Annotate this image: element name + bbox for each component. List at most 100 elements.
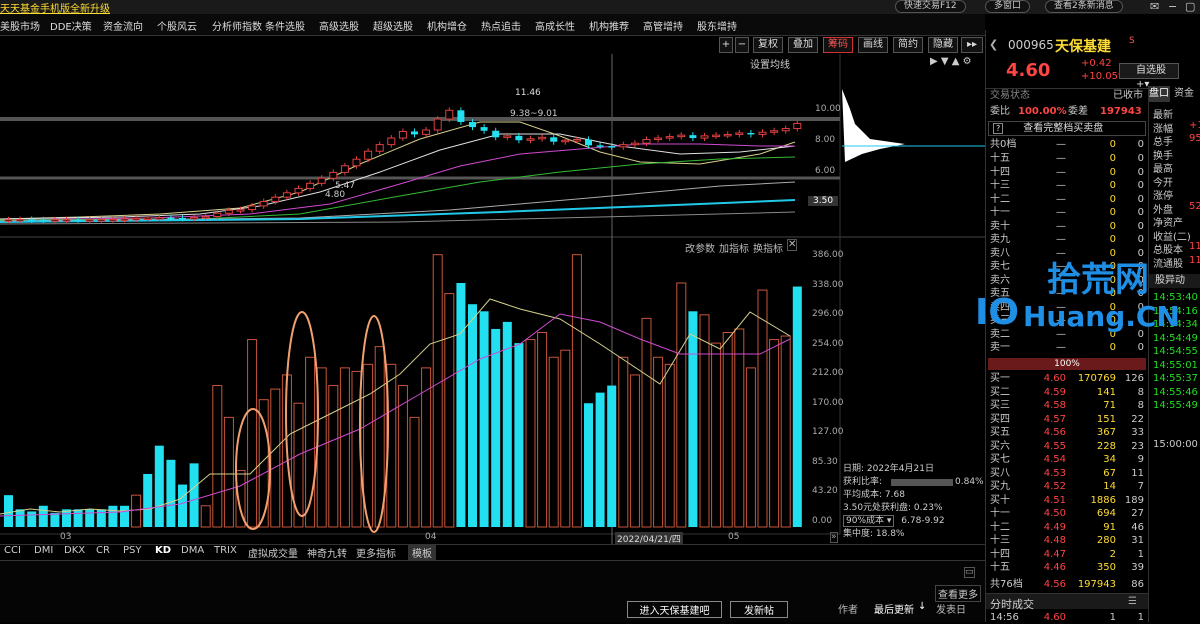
- buy-level-row[interactable]: 买七 4.54 34 9: [988, 453, 1146, 466]
- sell-level-row[interactable]: 十五 —0 0: [988, 152, 1146, 165]
- buy-level-row[interactable]: 买九 4.52 14 7: [988, 480, 1146, 493]
- buy-level-row[interactable]: 十四 4.47 2 1: [988, 548, 1146, 561]
- switch-indicator-button[interactable]: 换指标: [753, 240, 783, 255]
- sell-level-row[interactable]: 十二 —0 0: [988, 193, 1146, 206]
- buy-level-row[interactable]: 十五 4.46 350 39: [988, 561, 1146, 574]
- move-time[interactable]: 14:54:16: [1153, 306, 1198, 317]
- author-column[interactable]: 作者: [838, 601, 858, 616]
- maximize-icon[interactable]: ▢: [1185, 0, 1195, 13]
- sell-level-row[interactable]: 卖六 —0 0: [988, 274, 1146, 287]
- post-date-column[interactable]: 发表日: [936, 601, 966, 616]
- sell-level-row[interactable]: 卖七 —0 0: [988, 260, 1146, 273]
- menu-item-stock-wind[interactable]: 个股风云: [157, 18, 197, 33]
- move-time[interactable]: 14:54:55: [1153, 346, 1198, 357]
- menu-item-exec-increase[interactable]: 高管增持: [643, 18, 683, 33]
- news-button[interactable]: 查看2条新消息: [1045, 0, 1123, 13]
- buy-level-row[interactable]: 买三 4.58 71 8: [988, 399, 1146, 412]
- tab-magic-nine[interactable]: 神奇九转: [307, 545, 347, 560]
- back-icon[interactable]: ❮: [989, 38, 998, 51]
- sell-level-row[interactable]: 十四 —0 0: [988, 166, 1146, 179]
- hide-button[interactable]: 隐藏: [928, 37, 958, 53]
- sell-level-row[interactable]: 卖五 —0 0: [988, 287, 1146, 300]
- full-queue-button[interactable]: ? 查看完整档买卖盘: [988, 121, 1146, 136]
- sell-level-row[interactable]: 卖二 —0 0: [988, 328, 1146, 341]
- move-time[interactable]: 14:55:37: [1153, 373, 1198, 384]
- menu-item-condition-pick[interactable]: 条件选股: [265, 18, 305, 33]
- close-indicator-icon[interactable]: ✕: [787, 239, 798, 251]
- sell-level-row[interactable]: 卖十 —0 0: [988, 220, 1146, 233]
- tab-cci[interactable]: CCI: [4, 545, 21, 556]
- mail-icon[interactable]: ✉: [1150, 0, 1159, 13]
- menu-item-holder-increase[interactable]: 股东增持: [697, 18, 737, 33]
- cost-range-select[interactable]: 90%成本 ▾: [843, 515, 895, 527]
- view-more-button[interactable]: 查看更多: [935, 585, 981, 602]
- sell-level-row[interactable]: 十一 —0 0: [988, 206, 1146, 219]
- tab-more-indicators[interactable]: 更多指标: [356, 545, 396, 560]
- sell-level-row[interactable]: 十三 —0 0: [988, 179, 1146, 192]
- timeshare-header[interactable]: 分时成交 ☰: [986, 593, 1149, 611]
- zoom-out-button[interactable]: −: [735, 37, 749, 53]
- menu-item-us-stocks[interactable]: 美股市场: [0, 18, 40, 33]
- sell-level-row[interactable]: 卖三 —0 0: [988, 314, 1146, 327]
- tab-dmi[interactable]: DMI: [34, 545, 53, 556]
- move-time[interactable]: 14:55:01: [1153, 360, 1198, 371]
- menu-item-dde[interactable]: DDE决策: [50, 18, 92, 33]
- move-time[interactable]: 14:55:46: [1153, 387, 1198, 398]
- promo-link[interactable]: 天天基金手机版全新升级: [0, 0, 110, 15]
- minimize-icon[interactable]: −: [1168, 0, 1177, 13]
- chips-button[interactable]: 筹码: [823, 37, 853, 53]
- tab-trix[interactable]: TRIX: [214, 545, 237, 556]
- sell-level-row[interactable]: 卖八 —0 0: [988, 247, 1146, 260]
- fuquan-button[interactable]: 复权: [753, 37, 783, 53]
- buy-level-row[interactable]: 买四 4.57 151 22: [988, 413, 1146, 426]
- tab-dma[interactable]: DMA: [181, 545, 204, 556]
- menu-item-high-growth[interactable]: 高成长性: [535, 18, 575, 33]
- move-time[interactable]: 14:54:34: [1153, 319, 1198, 330]
- buy-level-row[interactable]: 十一 4.50 694 27: [988, 507, 1146, 520]
- buy-level-row[interactable]: 十三 4.48 280 31: [988, 534, 1146, 547]
- buy-level-row[interactable]: 买一 4.60 170769 126: [988, 372, 1146, 385]
- menu-item-advanced-pick[interactable]: 高级选股: [319, 18, 359, 33]
- move-time[interactable]: 14:55:49: [1153, 400, 1198, 411]
- scroll-right-icon[interactable]: »: [830, 532, 838, 543]
- list-toggle-icon[interactable]: ☰: [1128, 596, 1137, 607]
- menu-item-analyst-index[interactable]: 分析师指数: [212, 18, 262, 33]
- kline-chart-area[interactable]: 设置均线 ▶ ▼ ▲ ⚙ 11.46 9.38~9.01 5.47 4.80 1…: [0, 54, 985, 554]
- buy-level-row[interactable]: 买五 4.56 367 33: [988, 426, 1146, 439]
- kline-chart-svg[interactable]: [0, 54, 985, 554]
- sell-level-row[interactable]: 卖一 —0 0: [988, 341, 1146, 354]
- menu-item-hotspot[interactable]: 热点追击: [481, 18, 521, 33]
- menu-item-super-pick[interactable]: 超级选股: [373, 18, 413, 33]
- set-ma-button[interactable]: 设置均线: [750, 56, 790, 71]
- tab-kd[interactable]: KD: [155, 545, 171, 556]
- tab-psy[interactable]: PSY: [123, 545, 142, 556]
- multi-window-button[interactable]: 多窗口: [985, 0, 1031, 13]
- enter-bar-button[interactable]: 进入天保基建吧: [627, 601, 722, 618]
- buy-level-row[interactable]: 买十 4.51 1886 189: [988, 494, 1146, 507]
- chart-tools-icons[interactable]: ▶ ▼ ▲ ⚙: [930, 56, 972, 67]
- move-time[interactable]: 14:53:40: [1153, 292, 1198, 303]
- tab-cr[interactable]: CR: [96, 545, 110, 556]
- add-indicator-button[interactable]: 加指标: [719, 240, 749, 255]
- menu-item-institution-increase[interactable]: 机构增仓: [427, 18, 467, 33]
- overlay-button[interactable]: 叠加: [788, 37, 818, 53]
- sell-level-row[interactable]: 卖四 —0 0: [988, 301, 1146, 314]
- menu-item-capital-flow[interactable]: 资金流向: [103, 18, 143, 33]
- sort-down-icon[interactable]: ↓: [918, 601, 926, 612]
- simple-button[interactable]: 简约: [893, 37, 923, 53]
- change-params-button[interactable]: 改参数: [685, 240, 715, 255]
- buy-level-row[interactable]: 买六 4.55 228 23: [988, 440, 1146, 453]
- new-post-button[interactable]: 发新帖: [730, 601, 788, 618]
- collapse-icon[interactable]: ▭: [964, 567, 975, 578]
- fast-trade-button[interactable]: 快速交易F12: [895, 0, 966, 13]
- draw-line-button[interactable]: 画线: [858, 37, 888, 53]
- tab-template[interactable]: 模板: [408, 545, 436, 560]
- expand-icon[interactable]: ▸▸: [961, 37, 983, 53]
- last-update-column[interactable]: 最后更新: [874, 601, 914, 616]
- move-time[interactable]: 14:54:49: [1153, 333, 1198, 344]
- tab-dkx[interactable]: DKX: [64, 545, 85, 556]
- buy-level-row[interactable]: 买八 4.53 67 11: [988, 467, 1146, 480]
- buy-level-row[interactable]: 十二 4.49 91 46: [988, 521, 1146, 534]
- zoom-in-button[interactable]: +: [719, 37, 733, 53]
- menu-item-institution-recommend[interactable]: 机构推荐: [589, 18, 629, 33]
